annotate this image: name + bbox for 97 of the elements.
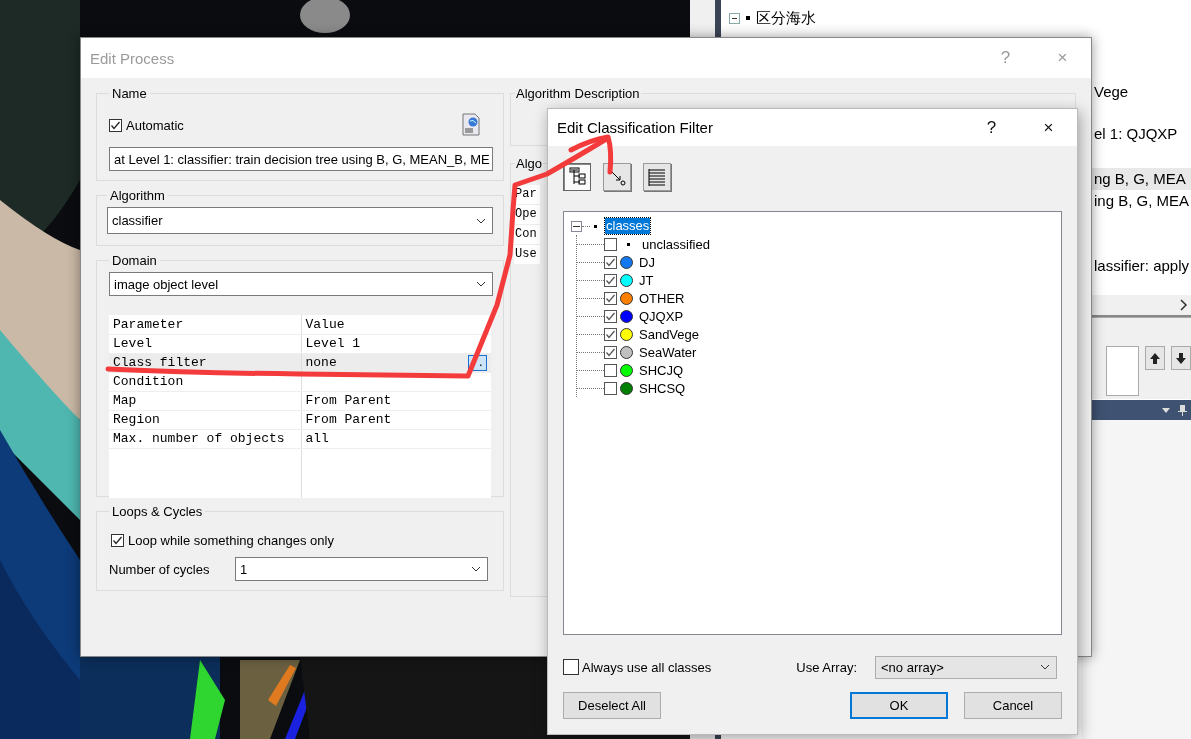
checkbox[interactable]	[604, 255, 617, 269]
chevron-icon	[471, 566, 481, 572]
group-label: Algo	[515, 156, 544, 171]
close-button[interactable]: ×	[1020, 117, 1077, 138]
checkbox[interactable]	[604, 327, 617, 341]
field-label: Number of cycles	[109, 561, 211, 577]
group-label: Domain	[111, 253, 158, 268]
checkbox[interactable]	[604, 363, 617, 377]
checkbox[interactable]	[109, 118, 122, 132]
expander-icon[interactable]	[729, 12, 740, 24]
tree-item[interactable]: 区分海水	[756, 8, 816, 28]
checkbox-label: Loop while something changes only	[128, 533, 334, 548]
table-cell: From Parent	[305, 412, 392, 427]
array-dropdown[interactable]: <no array>	[875, 655, 1057, 679]
dialog-button[interactable]: Deselect All	[563, 692, 661, 719]
dropdown-value: image object level	[114, 276, 219, 292]
tree-item[interactable]: ing B, G, MEA	[1091, 190, 1191, 212]
tree-item[interactable]: SHCJQ	[639, 362, 684, 378]
chevron-icon	[476, 217, 486, 224]
checkbox[interactable]	[604, 345, 617, 359]
checkbox-label: Always use all classes	[582, 659, 712, 675]
tree-item[interactable]: SeaWater	[639, 344, 697, 360]
table-cell: Class filter	[113, 355, 207, 370]
bullet-icon	[746, 16, 750, 20]
chevron-icon	[476, 281, 486, 287]
group-label: Algorithm	[109, 188, 166, 203]
toolbar-button[interactable]	[603, 163, 631, 191]
checkbox[interactable]	[563, 659, 579, 675]
tree-item[interactable]: classes	[605, 218, 651, 234]
group-label: Algorithm Description	[515, 86, 641, 101]
tree-item[interactable]: lassifier: apply	[1091, 255, 1191, 277]
scroll-right-icon[interactable]	[1180, 299, 1188, 311]
checkbox-label: Automatic	[126, 117, 184, 133]
table-row[interactable]: Map From Parent	[109, 391, 491, 410]
table-row[interactable]: Level Level 1	[109, 334, 491, 353]
checkbox[interactable]	[604, 237, 617, 251]
list-icon	[647, 167, 667, 187]
checkbox[interactable]	[604, 291, 617, 305]
tree-item[interactable]: QJQXP	[639, 308, 684, 324]
table-cell: Con	[514, 225, 540, 245]
tree-item[interactable]: el 1: QJQXP	[1091, 123, 1191, 145]
tree-item[interactable]: JT	[639, 272, 654, 288]
table-cell: Map	[113, 393, 137, 408]
cycles-dropdown[interactable]: 1	[235, 557, 488, 581]
table-cell: Use	[514, 245, 540, 265]
table-cell: Level 1	[305, 336, 361, 351]
checkbox[interactable]	[604, 273, 617, 287]
tree-icon	[567, 167, 587, 187]
field-label: Use Array:	[796, 659, 857, 675]
tree-item[interactable]: OTHER	[639, 290, 685, 306]
table-row[interactable]: Region From Parent	[109, 410, 491, 429]
table-cell: From Parent	[305, 393, 392, 408]
tree-item[interactable]: SandVege	[639, 326, 699, 342]
algorithm-dropdown[interactable]: classifier	[107, 207, 493, 234]
move-up-button[interactable]	[1145, 346, 1165, 370]
checkbox[interactable]	[111, 534, 124, 547]
dropdown-value: classifier	[112, 213, 163, 228]
input-field[interactable]	[1106, 346, 1140, 396]
bullet-icon	[594, 224, 597, 228]
table-cell: all	[305, 431, 329, 446]
tree-item[interactable]: DJ	[639, 254, 655, 270]
column-header: Value	[305, 316, 345, 332]
move-down-arrow-icon	[1174, 350, 1188, 366]
table-cell: Ope	[514, 205, 540, 225]
checkbox[interactable]	[604, 381, 617, 395]
name-field[interactable]: at Level 1: classifier: train decision tree using B, G, MEAN_B, ME	[109, 147, 493, 171]
bullet-icon	[627, 242, 630, 246]
collapse-icon[interactable]	[571, 220, 582, 232]
tree-item[interactable]: unclassified	[642, 236, 710, 252]
table-cell: Max. number of objects	[113, 431, 285, 446]
pin-icon[interactable]	[1178, 404, 1187, 416]
column-header: Parameter	[113, 316, 184, 332]
table-row[interactable]: Max. number of objects all	[109, 429, 491, 448]
table-cell: Condition	[113, 374, 184, 389]
help-button[interactable]: ?	[963, 117, 1020, 138]
tree-item[interactable]: SHCSQ	[639, 380, 686, 396]
document-icon[interactable]	[462, 113, 481, 137]
window-title: Edit Process	[90, 49, 175, 67]
table-cell: Region	[113, 412, 160, 427]
table-cell: none	[305, 355, 337, 370]
toolbar-button[interactable]	[563, 163, 591, 191]
window-title: Edit Classification Filter	[557, 119, 713, 136]
dialog-button[interactable]: Cancel	[964, 692, 1062, 719]
table-cell: Level	[113, 336, 152, 351]
dialog-button[interactable]: OK	[850, 692, 948, 719]
domain-dropdown[interactable]: image object level	[109, 272, 493, 296]
group-label: Loops & Cycles	[111, 504, 204, 519]
tree-item[interactable]: Vege	[1091, 81, 1191, 103]
dropdown-value: <no array>	[881, 659, 944, 675]
move-down-button[interactable]	[1171, 346, 1191, 370]
group-label: Name	[111, 86, 148, 101]
tree-item[interactable]: ng B, G, MEA	[1091, 168, 1191, 190]
dropdown-value: 1	[240, 561, 248, 577]
checkbox[interactable]	[604, 309, 617, 323]
table-row[interactable]: Condition	[109, 372, 491, 391]
dropdown-icon[interactable]	[1162, 407, 1170, 413]
chevron-icon	[1040, 664, 1050, 670]
